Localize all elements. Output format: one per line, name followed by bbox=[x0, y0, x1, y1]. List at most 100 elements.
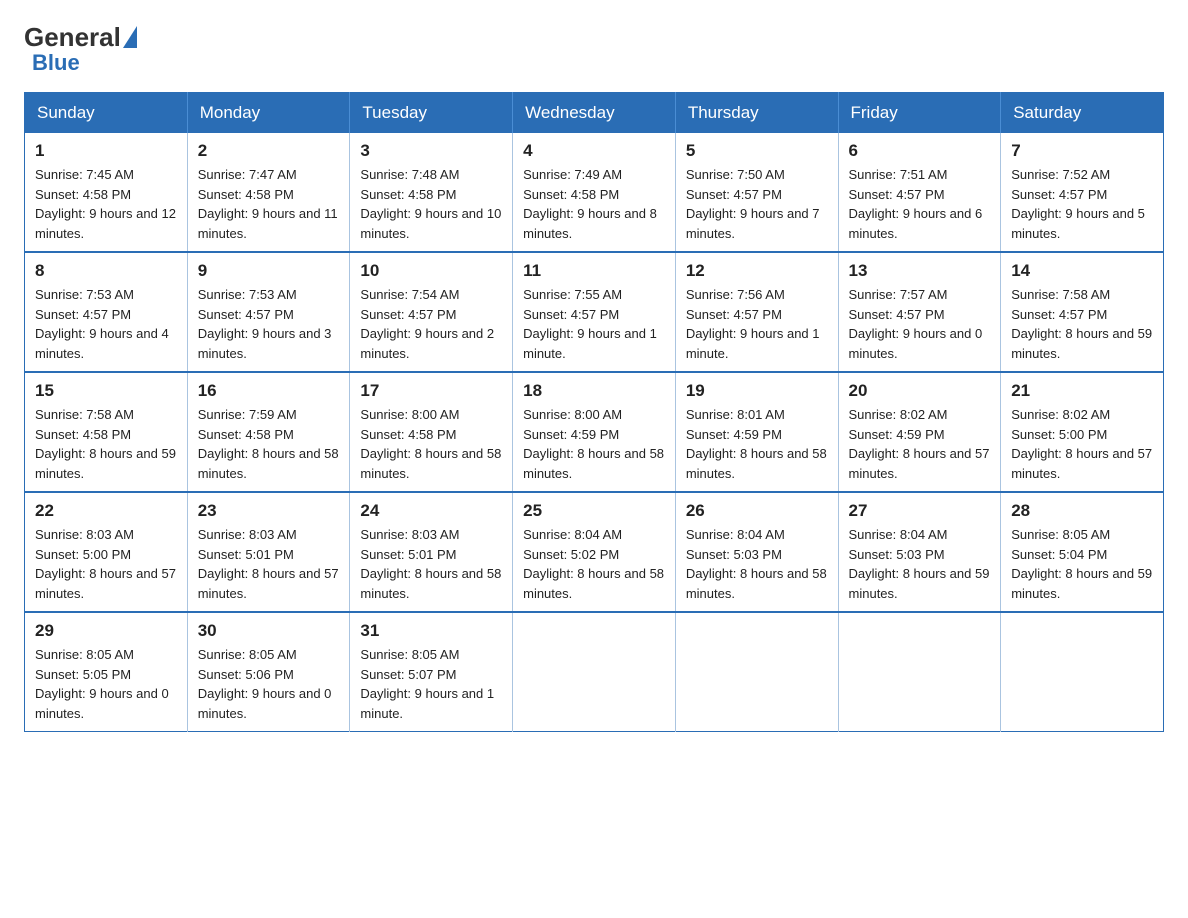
logo-triangle-icon bbox=[123, 26, 137, 48]
calendar-day-cell: 7 Sunrise: 7:52 AMSunset: 4:57 PMDaylight… bbox=[1001, 133, 1164, 252]
day-number: 7 bbox=[1011, 141, 1153, 161]
calendar-day-header: Thursday bbox=[675, 93, 838, 134]
calendar-day-cell: 18 Sunrise: 8:00 AMSunset: 4:59 PMDayligh… bbox=[513, 372, 676, 492]
calendar-day-cell bbox=[675, 612, 838, 732]
calendar-day-cell: 24Sunrise: 8:03 AMSunset: 5:01 PMDayligh… bbox=[350, 492, 513, 612]
calendar-day-cell: 11Sunrise: 7:55 AMSunset: 4:57 PMDayligh… bbox=[513, 252, 676, 372]
day-info: Sunrise: 8:03 AMSunset: 5:01 PMDaylight:… bbox=[360, 525, 502, 603]
calendar-day-cell: 10 Sunrise: 7:54 AMSunset: 4:57 PMDayligh… bbox=[350, 252, 513, 372]
calendar-day-cell: 21Sunrise: 8:02 AMSunset: 5:00 PMDayligh… bbox=[1001, 372, 1164, 492]
day-number: 20 bbox=[849, 381, 991, 401]
day-info: Sunrise: 8:05 AMSunset: 5:07 PMDaylight:… bbox=[360, 645, 502, 723]
day-number: 29 bbox=[35, 621, 177, 641]
day-info: Sunrise: 8:00 AMSunset: 4:58 PMDaylight:… bbox=[360, 405, 502, 483]
calendar-day-cell bbox=[838, 612, 1001, 732]
day-number: 12 bbox=[686, 261, 828, 281]
calendar-day-header: Friday bbox=[838, 93, 1001, 134]
day-number: 14 bbox=[1011, 261, 1153, 281]
calendar-day-cell: 3Sunrise: 7:48 AMSunset: 4:58 PMDaylight… bbox=[350, 133, 513, 252]
day-info: Sunrise: 7:53 AMSunset: 4:57 PMDaylight:… bbox=[198, 285, 340, 363]
day-info: Sunrise: 8:05 AMSunset: 5:06 PMDaylight:… bbox=[198, 645, 340, 723]
day-number: 10 bbox=[360, 261, 502, 281]
day-info: Sunrise: 7:47 AMSunset: 4:58 PMDaylight:… bbox=[198, 165, 340, 243]
day-info: Sunrise: 8:00 AMSunset: 4:59 PMDaylight:… bbox=[523, 405, 665, 483]
day-info: Sunrise: 7:59 AMSunset: 4:58 PMDaylight:… bbox=[198, 405, 340, 483]
calendar-day-cell: 26 Sunrise: 8:04 AMSunset: 5:03 PMDayligh… bbox=[675, 492, 838, 612]
day-number: 15 bbox=[35, 381, 177, 401]
day-info: Sunrise: 8:04 AMSunset: 5:02 PMDaylight:… bbox=[523, 525, 665, 603]
day-number: 27 bbox=[849, 501, 991, 521]
day-number: 6 bbox=[849, 141, 991, 161]
day-number: 19 bbox=[686, 381, 828, 401]
day-number: 3 bbox=[360, 141, 502, 161]
calendar-day-cell: 19 Sunrise: 8:01 AMSunset: 4:59 PMDayligh… bbox=[675, 372, 838, 492]
day-number: 18 bbox=[523, 381, 665, 401]
calendar-week-row: 29 Sunrise: 8:05 AMSunset: 5:05 PMDayligh… bbox=[25, 612, 1164, 732]
calendar-day-header: Saturday bbox=[1001, 93, 1164, 134]
day-info: Sunrise: 8:04 AMSunset: 5:03 PMDaylight:… bbox=[686, 525, 828, 603]
day-info: Sunrise: 8:03 AMSunset: 5:00 PMDaylight:… bbox=[35, 525, 177, 603]
day-number: 17 bbox=[360, 381, 502, 401]
day-info: Sunrise: 8:01 AMSunset: 4:59 PMDaylight:… bbox=[686, 405, 828, 483]
day-number: 28 bbox=[1011, 501, 1153, 521]
calendar-week-row: 1 Sunrise: 7:45 AMSunset: 4:58 PMDaylight… bbox=[25, 133, 1164, 252]
day-info: Sunrise: 7:52 AMSunset: 4:57 PMDaylight:… bbox=[1011, 165, 1153, 243]
day-info: Sunrise: 7:45 AMSunset: 4:58 PMDaylight:… bbox=[35, 165, 177, 243]
day-info: Sunrise: 7:53 AMSunset: 4:57 PMDaylight:… bbox=[35, 285, 177, 363]
day-info: Sunrise: 7:51 AMSunset: 4:57 PMDaylight:… bbox=[849, 165, 991, 243]
calendar-day-header: Tuesday bbox=[350, 93, 513, 134]
day-number: 25 bbox=[523, 501, 665, 521]
day-info: Sunrise: 8:05 AMSunset: 5:04 PMDaylight:… bbox=[1011, 525, 1153, 603]
day-info: Sunrise: 8:02 AMSunset: 5:00 PMDaylight:… bbox=[1011, 405, 1153, 483]
calendar-day-cell: 17 Sunrise: 8:00 AMSunset: 4:58 PMDayligh… bbox=[350, 372, 513, 492]
day-number: 1 bbox=[35, 141, 177, 161]
day-info: Sunrise: 8:03 AMSunset: 5:01 PMDaylight:… bbox=[198, 525, 340, 603]
calendar-day-cell: 25 Sunrise: 8:04 AMSunset: 5:02 PMDayligh… bbox=[513, 492, 676, 612]
calendar-week-row: 22 Sunrise: 8:03 AMSunset: 5:00 PMDayligh… bbox=[25, 492, 1164, 612]
day-number: 5 bbox=[686, 141, 828, 161]
calendar-day-cell: 2 Sunrise: 7:47 AMSunset: 4:58 PMDaylight… bbox=[187, 133, 350, 252]
calendar-day-cell: 30 Sunrise: 8:05 AMSunset: 5:06 PMDayligh… bbox=[187, 612, 350, 732]
calendar-day-cell bbox=[513, 612, 676, 732]
day-info: Sunrise: 7:58 AMSunset: 4:57 PMDaylight:… bbox=[1011, 285, 1153, 363]
day-number: 16 bbox=[198, 381, 340, 401]
calendar-day-cell: 27Sunrise: 8:04 AMSunset: 5:03 PMDayligh… bbox=[838, 492, 1001, 612]
calendar-day-cell bbox=[1001, 612, 1164, 732]
calendar-day-header: Monday bbox=[187, 93, 350, 134]
calendar-day-cell: 20 Sunrise: 8:02 AMSunset: 4:59 PMDayligh… bbox=[838, 372, 1001, 492]
calendar-day-cell: 12 Sunrise: 7:56 AMSunset: 4:57 PMDayligh… bbox=[675, 252, 838, 372]
day-number: 26 bbox=[686, 501, 828, 521]
calendar-day-cell: 6 Sunrise: 7:51 AMSunset: 4:57 PMDaylight… bbox=[838, 133, 1001, 252]
logo: General Blue bbox=[24, 24, 139, 76]
calendar-day-cell: 13 Sunrise: 7:57 AMSunset: 4:57 PMDayligh… bbox=[838, 252, 1001, 372]
calendar-day-cell: 8Sunrise: 7:53 AMSunset: 4:57 PMDaylight… bbox=[25, 252, 188, 372]
day-number: 22 bbox=[35, 501, 177, 521]
calendar-day-cell: 9Sunrise: 7:53 AMSunset: 4:57 PMDaylight… bbox=[187, 252, 350, 372]
day-number: 23 bbox=[198, 501, 340, 521]
calendar-week-row: 8Sunrise: 7:53 AMSunset: 4:57 PMDaylight… bbox=[25, 252, 1164, 372]
day-number: 2 bbox=[198, 141, 340, 161]
day-number: 11 bbox=[523, 261, 665, 281]
day-info: Sunrise: 8:02 AMSunset: 4:59 PMDaylight:… bbox=[849, 405, 991, 483]
day-number: 4 bbox=[523, 141, 665, 161]
calendar-day-cell: 5Sunrise: 7:50 AMSunset: 4:57 PMDaylight… bbox=[675, 133, 838, 252]
calendar-day-cell: 22 Sunrise: 8:03 AMSunset: 5:00 PMDayligh… bbox=[25, 492, 188, 612]
calendar-day-cell: 29 Sunrise: 8:05 AMSunset: 5:05 PMDayligh… bbox=[25, 612, 188, 732]
day-info: Sunrise: 7:56 AMSunset: 4:57 PMDaylight:… bbox=[686, 285, 828, 363]
day-info: Sunrise: 7:54 AMSunset: 4:57 PMDaylight:… bbox=[360, 285, 502, 363]
calendar-day-header: Wednesday bbox=[513, 93, 676, 134]
day-number: 13 bbox=[849, 261, 991, 281]
calendar-day-cell: 28 Sunrise: 8:05 AMSunset: 5:04 PMDayligh… bbox=[1001, 492, 1164, 612]
calendar-header-row: SundayMondayTuesdayWednesdayThursdayFrid… bbox=[25, 93, 1164, 134]
day-info: Sunrise: 7:49 AMSunset: 4:58 PMDaylight:… bbox=[523, 165, 665, 243]
day-number: 30 bbox=[198, 621, 340, 641]
calendar-day-header: Sunday bbox=[25, 93, 188, 134]
calendar-day-cell: 15Sunrise: 7:58 AMSunset: 4:58 PMDayligh… bbox=[25, 372, 188, 492]
day-info: Sunrise: 8:05 AMSunset: 5:05 PMDaylight:… bbox=[35, 645, 177, 723]
page-header: General Blue bbox=[24, 24, 1164, 76]
logo-blue-text: Blue bbox=[32, 50, 80, 75]
calendar-day-cell: 31 Sunrise: 8:05 AMSunset: 5:07 PMDayligh… bbox=[350, 612, 513, 732]
day-number: 31 bbox=[360, 621, 502, 641]
calendar-week-row: 15Sunrise: 7:58 AMSunset: 4:58 PMDayligh… bbox=[25, 372, 1164, 492]
day-info: Sunrise: 7:57 AMSunset: 4:57 PMDaylight:… bbox=[849, 285, 991, 363]
